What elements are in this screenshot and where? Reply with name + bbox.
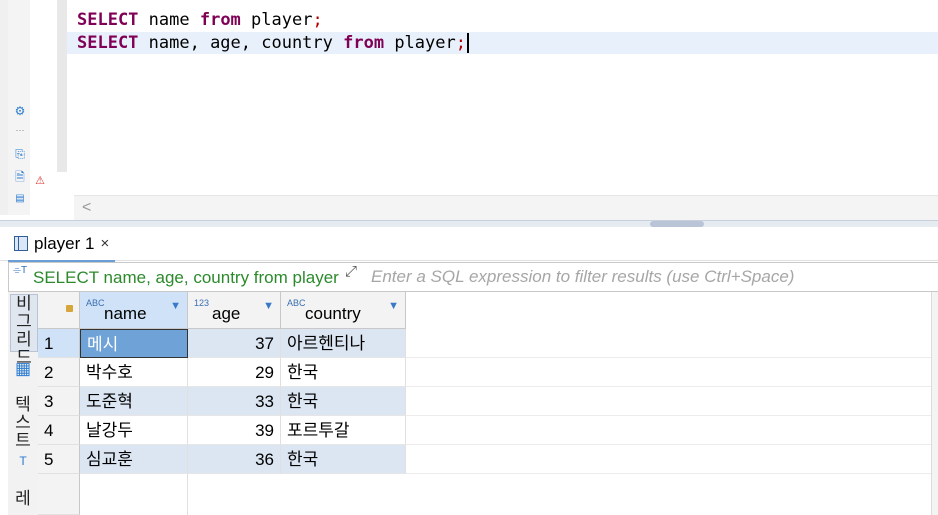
side-tab-char: 그 (16, 312, 32, 331)
type-badge: ABC (86, 298, 105, 308)
code-line-2[interactable]: SELECT name, age, country from player; (67, 32, 938, 54)
row-filler (406, 329, 931, 358)
results-grid: ABC name ▼ 123 age ▼ ABC country ▼ 1 메시 … (38, 292, 931, 515)
table-row[interactable]: 2 박수호 29 한국 (38, 358, 931, 387)
grid-vertical-scrollbar[interactable] (931, 292, 938, 515)
code-line-1[interactable]: SELECT name from player; (77, 9, 323, 31)
side-tab-char: 리 (16, 330, 32, 349)
row-number[interactable]: 1 (38, 329, 80, 358)
sort-dropdown-icon[interactable]: ▼ (170, 300, 181, 312)
sort-dropdown-icon[interactable]: ▼ (263, 300, 274, 312)
text-caret (466, 33, 469, 53)
keyword: SELECT (77, 33, 139, 53)
filter-input[interactable] (371, 263, 931, 291)
side-tab-char: 스 (15, 413, 31, 432)
side-tab-char: 텍 (15, 395, 31, 414)
semicolon: ; (312, 10, 323, 30)
table-row[interactable]: 1 메시 37 아르헨티나 (38, 329, 931, 358)
table-row[interactable]: 5 심교훈 36 한국 (38, 445, 931, 474)
code-text: player (240, 10, 313, 30)
editor-horizontal-scrollbar[interactable]: < (74, 195, 938, 220)
row-filler (406, 445, 931, 474)
explain-plan-icon[interactable]: 🗎 (12, 169, 28, 185)
dots-icon: ⋯ (15, 125, 25, 135)
query-icon: ⌯T (13, 265, 28, 276)
column-header-name[interactable]: ABC name ▼ (80, 292, 188, 329)
semicolon: ; (455, 33, 466, 53)
cell-name[interactable]: 날강두 (80, 416, 188, 445)
cell-age[interactable]: 39 (188, 416, 281, 445)
cell-age[interactable]: 36 (188, 445, 281, 474)
keyword: from (199, 10, 241, 30)
keyword: SELECT (77, 10, 139, 30)
row-filler (188, 474, 931, 515)
cell-name[interactable]: 박수호 (80, 358, 188, 387)
warning-icon: ⚠ (35, 175, 45, 187)
grid-icon[interactable]: ▦ (10, 360, 36, 378)
type-badge: ABC (287, 298, 306, 308)
cell-name[interactable]: 도준혁 (80, 387, 188, 416)
tab-grid[interactable]: 비 그 리 드 (10, 294, 38, 367)
column-label: name (104, 304, 147, 323)
scroll-left-icon[interactable]: < (82, 199, 91, 217)
table-row[interactable]: 3 도준혁 33 한국 (38, 387, 931, 416)
code-text: name (138, 10, 200, 30)
row-number[interactable]: 2 (38, 358, 80, 387)
expand-icon[interactable]: ⤢ (345, 263, 357, 280)
column-header-country[interactable]: ABC country ▼ (281, 292, 406, 329)
side-tab-char: 트 (15, 431, 31, 450)
tab-label: player 1 (34, 233, 95, 253)
column-label: country (305, 304, 361, 323)
empty-row-area (38, 474, 931, 515)
table-row[interactable]: 4 날강두 39 포르투갈 (38, 416, 931, 445)
editor-ruler (57, 0, 67, 172)
cell-age[interactable]: 29 (188, 358, 281, 387)
results-filter-bar: ⌯T SELECT name, age, country from player… (8, 262, 938, 292)
tab-record[interactable]: 레 (10, 490, 36, 512)
results-view-switcher: 비 그 리 드 ▦ 텍 스 트 T 레 (8, 292, 39, 515)
lock-icon (66, 305, 73, 312)
column-label: age (212, 304, 241, 323)
grid-corner[interactable] (38, 292, 80, 329)
close-icon[interactable]: × (100, 235, 109, 252)
code-text: player (384, 33, 456, 53)
code-text: name, age, country (138, 33, 344, 53)
side-tab-char: 비 (16, 294, 32, 313)
gear-icon[interactable]: ⚙ (12, 103, 28, 119)
column-header-age[interactable]: 123 age ▼ (188, 292, 281, 329)
results-tabbar: player 1 × (0, 227, 938, 262)
type-badge: 123 (194, 298, 210, 308)
cell-name[interactable]: 심교훈 (80, 445, 188, 474)
editor-side-toolbar: ⚙ ⋯ ⎘ 🗎 ⚠ ▤ (8, 0, 45, 215)
side-tab-char: 레 (15, 489, 31, 508)
sort-dropdown-icon[interactable]: ▼ (388, 300, 399, 312)
cell-country[interactable]: 포르투갈 (281, 416, 406, 445)
cell-country[interactable]: 아르헨티나 (281, 329, 406, 358)
panel-splitter[interactable] (0, 220, 938, 227)
cell-country[interactable]: 한국 (281, 445, 406, 474)
row-number[interactable]: 4 (38, 416, 80, 445)
cell-name[interactable]: 메시 (80, 329, 188, 358)
cell-age[interactable]: 37 (188, 329, 281, 358)
active-query-text: SELECT name, age, country from player (33, 268, 339, 287)
cell-country[interactable]: 한국 (281, 387, 406, 416)
row-filler (406, 358, 931, 387)
row-number-empty (38, 474, 80, 515)
row-number[interactable]: 3 (38, 387, 80, 416)
cell-country[interactable]: 한국 (281, 358, 406, 387)
export-icon[interactable]: ▤ (12, 191, 28, 207)
empty-cell (80, 474, 188, 515)
cell-age[interactable]: 33 (188, 387, 281, 416)
row-filler (406, 387, 931, 416)
text-icon[interactable]: T (10, 452, 36, 470)
row-filler (406, 416, 931, 445)
sql-editor[interactable]: SELECT name from player; SELECT name, ag… (67, 0, 938, 195)
table-icon (14, 236, 28, 251)
tab-player-1[interactable]: player 1 × (8, 227, 116, 262)
execute-script-icon[interactable]: ⎘ (12, 146, 28, 162)
row-number[interactable]: 5 (38, 445, 80, 474)
keyword: from (343, 33, 385, 53)
